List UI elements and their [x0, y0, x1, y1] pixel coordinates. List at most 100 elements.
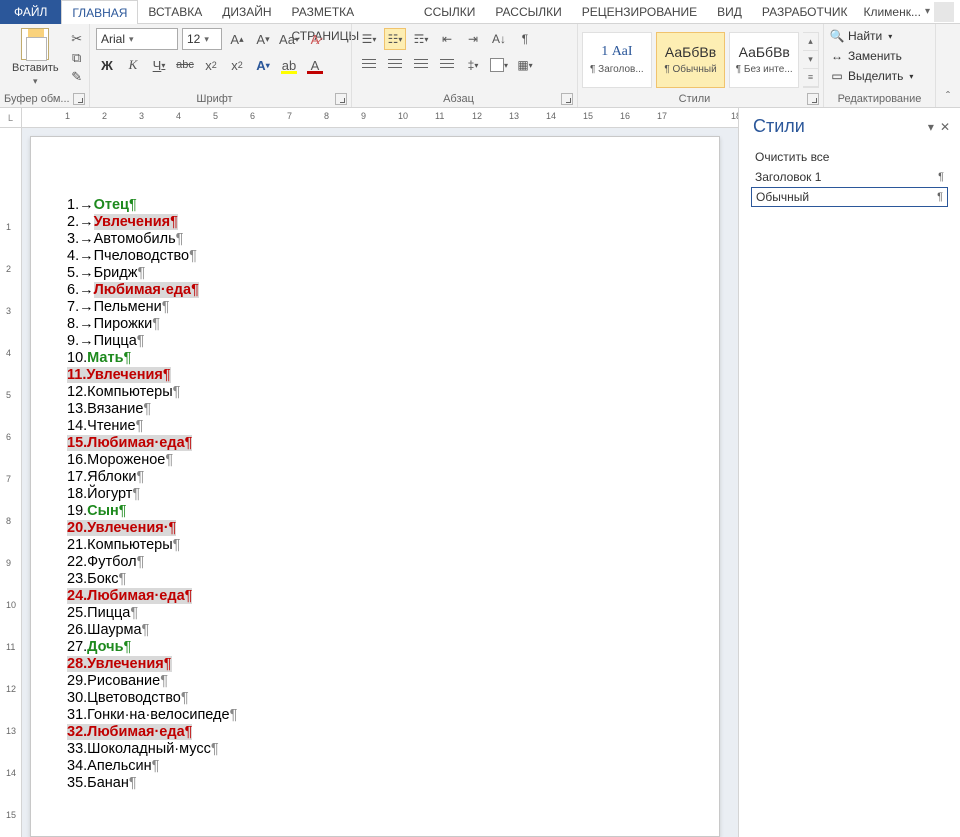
show-marks-button[interactable]: ¶ [514, 28, 536, 50]
format-painter-button[interactable]: ✎ [69, 69, 85, 85]
cut-button[interactable]: ✂ [69, 31, 85, 47]
doc-line[interactable]: 24.Любимая·еда¶ [67, 588, 683, 605]
copy-button[interactable]: ⧉ [69, 50, 85, 66]
font-dialog-launcher[interactable] [335, 93, 347, 105]
doc-line[interactable]: 11.Увлечения¶ [67, 367, 683, 384]
align-center-button[interactable] [384, 54, 406, 76]
doc-line[interactable]: 35.Банан¶ [67, 775, 683, 792]
styles-item-normal[interactable]: Обычный¶ [751, 187, 948, 207]
doc-line[interactable]: 23.Бокс¶ [67, 571, 683, 588]
strikethrough-button[interactable]: abc [174, 54, 196, 76]
doc-line[interactable]: 28.Увлечения¶ [67, 656, 683, 673]
tab-mailings[interactable]: РАССЫЛКИ [485, 0, 571, 24]
style-gallery-more[interactable]: ▴▾≡ [803, 32, 819, 88]
document-page[interactable]: 1.→Отец¶2.→Увлечения¶3.→Автомобиль¶4.→Пч… [30, 136, 720, 837]
paragraph-dialog-launcher[interactable] [561, 93, 573, 105]
styles-item-heading1[interactable]: Заголовок 1¶ [751, 167, 948, 187]
doc-line[interactable]: 22.Футбол¶ [67, 554, 683, 571]
shrink-font-button[interactable]: A▾ [252, 28, 274, 50]
font-size-combo[interactable]: 12▾ [182, 28, 222, 50]
doc-line[interactable]: 34.Апельсин¶ [67, 758, 683, 775]
align-left-button[interactable] [358, 54, 380, 76]
doc-line[interactable]: 32.Любимая·еда¶ [67, 724, 683, 741]
doc-line[interactable]: 33.Шоколадный·мусс¶ [67, 741, 683, 758]
font-color-button[interactable]: A [304, 54, 326, 76]
find-button[interactable]: 🔍Найти▾ [826, 26, 896, 46]
horizontal-ruler[interactable]: L 123456789101112131415161718 [0, 108, 738, 128]
change-case-button[interactable]: Aa▾ [278, 28, 300, 50]
clipboard-dialog-launcher[interactable] [73, 93, 85, 105]
doc-line[interactable]: 2.→Увлечения¶ [67, 214, 683, 231]
doc-line[interactable]: 17.Яблоки¶ [67, 469, 683, 486]
styles-dialog-launcher[interactable] [807, 93, 819, 105]
tab-insert[interactable]: ВСТАВКА [138, 0, 212, 24]
line-spacing-button[interactable]: ‡▾ [462, 54, 484, 76]
doc-line[interactable]: 16.Мороженое¶ [67, 452, 683, 469]
decrease-indent-button[interactable]: ⇤ [436, 28, 458, 50]
doc-line[interactable]: 26.Шаурма¶ [67, 622, 683, 639]
italic-button[interactable]: К [122, 54, 144, 76]
doc-line[interactable]: 12.Компьютеры¶ [67, 384, 683, 401]
styles-pane-close-button[interactable]: ✕ [940, 120, 950, 134]
collapse-ribbon-button[interactable]: ˆ [936, 24, 960, 107]
doc-line[interactable]: 4.→Пчеловодство¶ [67, 248, 683, 265]
paste-button[interactable]: Вставить ▾ [6, 26, 65, 89]
select-button[interactable]: ▭Выделить▾ [826, 66, 917, 86]
document-viewport[interactable]: 1.→Отец¶2.→Увлечения¶3.→Автомобиль¶4.→Пч… [22, 128, 738, 837]
style-tile-heading1[interactable]: 1 АаI ¶ Заголов... [582, 32, 652, 88]
tab-references[interactable]: ССЫЛКИ [414, 0, 485, 24]
doc-line[interactable]: 21.Компьютеры¶ [67, 537, 683, 554]
increase-indent-button[interactable]: ⇥ [462, 28, 484, 50]
doc-line[interactable]: 10.Мать¶ [67, 350, 683, 367]
tab-page-layout[interactable]: РАЗМЕТКА СТРАНИЦЫ [282, 0, 414, 24]
doc-line[interactable]: 31.Гонки·на·велосипеде¶ [67, 707, 683, 724]
doc-line[interactable]: 27.Дочь¶ [67, 639, 683, 656]
doc-line[interactable]: 14.Чтение¶ [67, 418, 683, 435]
doc-line[interactable]: 25.Пицца¶ [67, 605, 683, 622]
bullets-button[interactable]: ☰▾ [358, 28, 380, 50]
tab-file[interactable]: ФАЙЛ [0, 0, 61, 24]
doc-line[interactable]: 7.→Пельмени¶ [67, 299, 683, 316]
tab-design[interactable]: ДИЗАЙН [212, 0, 281, 24]
style-tile-normal[interactable]: АаБбВв ¶ Обычный [656, 32, 726, 88]
tab-home[interactable]: ГЛАВНАЯ [61, 0, 138, 24]
doc-line[interactable]: 29.Рисование¶ [67, 673, 683, 690]
align-right-button[interactable] [410, 54, 432, 76]
doc-line[interactable]: 5.→Бридж¶ [67, 265, 683, 282]
doc-line[interactable]: 15.Любимая·еда¶ [67, 435, 683, 452]
font-name-combo[interactable]: Arial▾ [96, 28, 178, 50]
underline-button[interactable]: Ч▾ [148, 54, 170, 76]
doc-line[interactable]: 20.Увлечения·¶ [67, 520, 683, 537]
shading-button[interactable]: ▾ [488, 54, 510, 76]
sort-button[interactable]: A↓ [488, 28, 510, 50]
styles-pane-options-button[interactable]: ▾ [928, 120, 934, 134]
multilevel-list-button[interactable]: ☶▾ [410, 28, 432, 50]
tab-developer[interactable]: РАЗРАБОТЧИК [752, 0, 858, 24]
clear-formatting-button[interactable]: A̷ [304, 28, 326, 50]
justify-button[interactable] [436, 54, 458, 76]
tab-view[interactable]: ВИД [707, 0, 752, 24]
tab-review[interactable]: РЕЦЕНЗИРОВАНИЕ [572, 0, 707, 24]
styles-clear-all[interactable]: Очистить все [751, 147, 948, 167]
borders-button[interactable]: ▦▾ [514, 54, 536, 76]
grow-font-button[interactable]: A▴ [226, 28, 248, 50]
doc-line[interactable]: 9.→Пицца¶ [67, 333, 683, 350]
doc-line[interactable]: 13.Вязание¶ [67, 401, 683, 418]
subscript-button[interactable]: x2 [200, 54, 222, 76]
doc-line[interactable]: 6.→Любимая·еда¶ [67, 282, 683, 299]
bold-button[interactable]: Ж [96, 54, 118, 76]
replace-button[interactable]: ↔Заменить [826, 46, 906, 66]
superscript-button[interactable]: x2 [226, 54, 248, 76]
account-area[interactable]: Клименк... ▾ [857, 2, 960, 22]
doc-line[interactable]: 19.Сын¶ [67, 503, 683, 520]
style-tile-nospacing[interactable]: АаБбВв ¶ Без инте... [729, 32, 799, 88]
doc-line[interactable]: 30.Цветоводство¶ [67, 690, 683, 707]
doc-line[interactable]: 3.→Автомобиль¶ [67, 231, 683, 248]
highlight-color-button[interactable]: ab [278, 54, 300, 76]
doc-line[interactable]: 18.Йогурт¶ [67, 486, 683, 503]
text-effects-button[interactable]: A▾ [252, 54, 274, 76]
vertical-ruler[interactable]: 12345678910111213141516 [0, 128, 22, 837]
doc-line[interactable]: 1.→Отец¶ [67, 197, 683, 214]
doc-line[interactable]: 8.→Пирожки¶ [67, 316, 683, 333]
numbering-button[interactable]: ☷▾ [384, 28, 406, 50]
